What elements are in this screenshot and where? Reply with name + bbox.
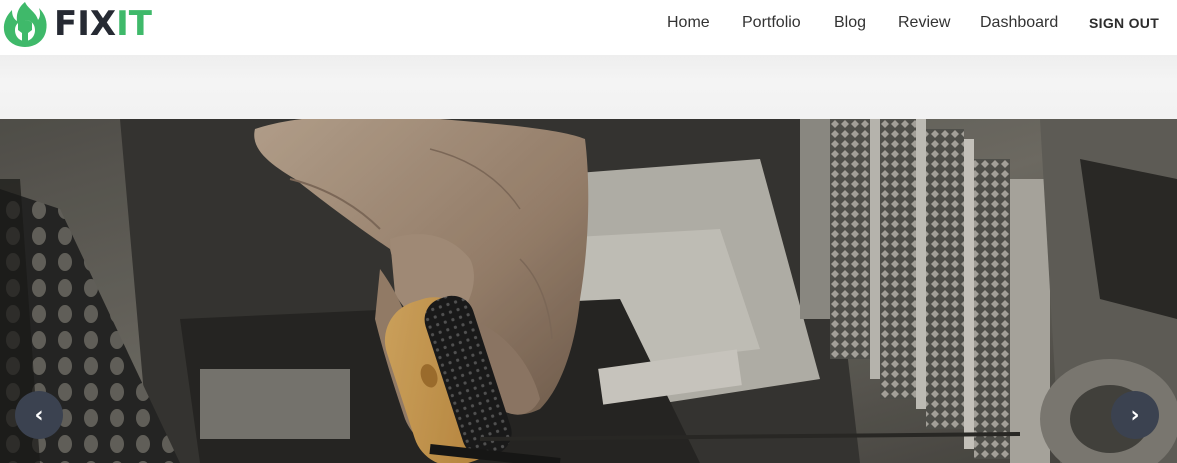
nav-home[interactable]: Home [667,14,710,32]
nav-blog[interactable]: Blog [834,14,866,32]
carousel-next-button[interactable]: › [1111,391,1159,439]
sign-out-button[interactable]: SIGN OUT [1089,15,1159,31]
main-nav: Home Portfolio Blog Review Dashboard SIG… [0,0,1177,46]
nav-dashboard[interactable]: Dashboard [980,14,1058,32]
carousel-prev-button[interactable]: ‹ [15,391,63,439]
nav-portfolio[interactable]: Portfolio [742,14,801,32]
navbar: FIXIT Home Portfolio Blog Review Dashboa… [0,0,1177,55]
hero-slide-image [0,119,1177,463]
chevron-right-icon: › [1130,402,1140,428]
chevron-left-icon: ‹ [34,402,44,428]
header-spacer-strip [0,55,1177,119]
nav-review[interactable]: Review [898,14,950,32]
hero-carousel: ‹ › [0,119,1177,463]
